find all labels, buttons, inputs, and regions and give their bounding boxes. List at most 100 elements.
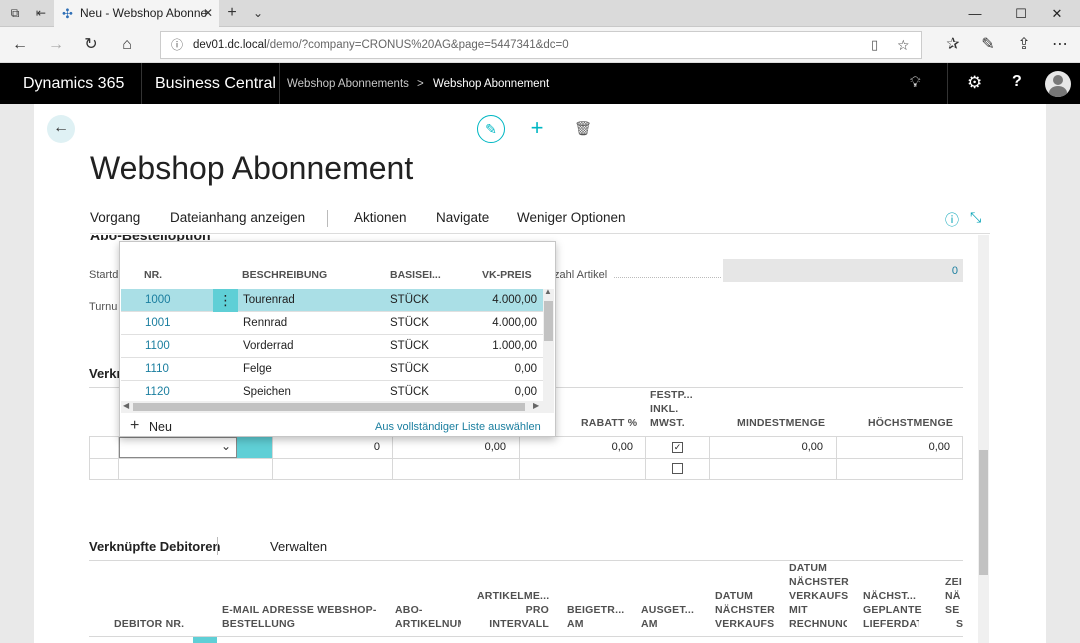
scroll-right-icon[interactable]: ▶ <box>533 401 539 410</box>
url-field[interactable]: ⓘ dev01.dc.local/demo/?company=CRONUS%20… <box>160 31 922 59</box>
lookup-row[interactable]: 1001 Rennrad STÜCK 4.000,00 <box>121 312 543 335</box>
lookup-vscroll-thumb[interactable] <box>544 301 553 341</box>
action-aktionen[interactable]: Aktionen <box>354 210 407 225</box>
app-name[interactable]: Business Central <box>155 75 276 93</box>
action-vorgang[interactable]: Vorgang <box>90 210 140 225</box>
tab-preview-chevron-icon[interactable]: ⌄ <box>251 6 265 20</box>
col-festp-1[interactable]: FESTP... <box>650 389 693 402</box>
festp-checkbox-checked[interactable]: ✓ <box>672 442 683 453</box>
lookup-item-unit: STÜCK <box>390 294 429 306</box>
new-plus-icon[interactable]: + <box>130 418 139 434</box>
col-datum-rech-5: RECHNUNG <box>789 618 847 630</box>
action-navigate[interactable]: Navigate <box>436 210 489 225</box>
lookup-hscroll-thumb[interactable] <box>133 403 525 411</box>
item-no-dropdown[interactable]: ⌄ <box>119 437 237 458</box>
lookup-row[interactable]: 1100 Vorderrad STÜCK 1.000,00 <box>121 335 543 358</box>
lookup-col-beschreibung[interactable]: BESCHREIBUNG <box>242 269 327 281</box>
new-plus-icon[interactable]: + <box>523 115 551 143</box>
user-avatar-icon[interactable] <box>1045 71 1071 97</box>
col-zei-1[interactable]: ZEI <box>945 576 962 589</box>
minimize-icon[interactable]: — <box>952 0 998 27</box>
favorites-hub-icon[interactable]: ✰ <box>943 35 963 55</box>
grid-rule <box>962 436 963 479</box>
forward-icon[interactable]: → <box>46 35 66 55</box>
action-dateianhang[interactable]: Dateianhang anzeigen <box>170 210 305 225</box>
breadcrumb-parent[interactable]: Webshop Abonnements <box>287 78 409 90</box>
home-icon[interactable]: ⌂ <box>117 35 137 55</box>
favorite-star-icon[interactable]: ☆ <box>897 32 910 58</box>
line-qty[interactable]: 0 <box>274 441 380 453</box>
tab-verknuepfte-debitoren[interactable]: Verknüpfte Debitoren <box>89 539 220 554</box>
item-lookup-dropdown: NR. BESCHREIBUNG BASISEI... VK-PREIS 100… <box>119 241 556 437</box>
more-options-icon[interactable]: ⋯ <box>1050 35 1070 55</box>
row-menu-icon[interactable]: ⋮ <box>213 289 238 312</box>
lookup-hscrollbar[interactable]: ◀ ▶ <box>121 401 554 413</box>
line-hoechstmenge[interactable]: 0,00 <box>838 441 950 453</box>
col-debitor-nr[interactable]: DEBITOR NR. <box>114 618 184 631</box>
delete-trash-icon[interactable]: 🗑︎ <box>569 115 597 143</box>
lookup-vscrollbar[interactable]: ▲ <box>543 287 554 401</box>
anzahl-artikel-value[interactable]: 0 <box>723 259 963 282</box>
close-window-icon[interactable]: ✕ <box>1034 0 1080 27</box>
chevron-down-icon[interactable]: ⌄ <box>221 439 231 453</box>
lookup-col-nr[interactable]: NR. <box>144 269 162 281</box>
verwalten-action[interactable]: Verwalten <box>270 539 327 554</box>
festp-checkbox[interactable] <box>672 463 683 474</box>
row-selector-cell[interactable] <box>237 437 272 458</box>
lightbulb-icon[interactable]: 💡︎ <box>910 74 921 91</box>
tab-actions-icon[interactable]: ⧉ <box>8 6 22 20</box>
scroll-left-icon[interactable]: ◀ <box>123 401 129 410</box>
collapse-icon[interactable]: ⤡ <box>970 209 981 226</box>
col-artikelme-1[interactable]: ARTIKELME... <box>477 590 549 603</box>
col-datum-rech-1[interactable]: DATUM <box>789 562 827 575</box>
debitor-row-selector[interactable] <box>193 637 217 643</box>
lookup-item-price: 0,00 <box>514 363 537 375</box>
col-rabatt[interactable]: RABATT % <box>581 417 637 430</box>
set-aside-tabs-icon[interactable]: ⇤ <box>34 6 48 20</box>
col-mindestmenge[interactable]: MINDESTMENGE <box>737 417 825 430</box>
line-rabatt[interactable]: 0,00 <box>521 441 633 453</box>
lookup-item-no[interactable]: 1120 <box>145 386 170 398</box>
site-info-icon[interactable]: ⓘ <box>171 32 183 58</box>
lookup-row[interactable]: 1110 Felge STÜCK 0,00 <box>121 358 543 381</box>
close-tab-icon[interactable]: ✕ <box>203 0 213 27</box>
new-tab-icon[interactable]: + <box>225 5 239 21</box>
web-note-icon[interactable]: ✎ <box>978 35 998 55</box>
edit-pencil-icon[interactable]: ✎ <box>477 115 505 143</box>
lookup-col-basiseinheit[interactable]: BASISEI... <box>390 269 441 281</box>
col-beigetr-1[interactable]: BEIGETR... <box>567 604 624 617</box>
col-abo-1[interactable]: ABO- <box>395 604 423 617</box>
col-naechst-1[interactable]: NÄCHST... <box>863 590 916 603</box>
reading-view-icon[interactable]: ▯ <box>871 32 878 58</box>
line-price[interactable]: 0,00 <box>394 441 506 453</box>
col-hoechstmenge[interactable]: HÖCHSTMENGE <box>868 417 953 430</box>
settings-gear-icon[interactable]: ⚙ <box>967 73 982 93</box>
refresh-icon[interactable]: ↻ <box>81 35 101 55</box>
help-icon[interactable]: ? <box>1012 73 1022 91</box>
col-ausget-1[interactable]: AUSGET... <box>641 604 694 617</box>
col-email-1[interactable]: E-MAIL ADRESSE WEBSHOP- <box>222 604 377 617</box>
lookup-row[interactable]: 1120 Speichen STÜCK 0,00 <box>121 381 543 401</box>
product-name[interactable]: Dynamics 365 <box>23 75 124 93</box>
lookup-row-selected[interactable]: 1000 ⋮ Tourenrad STÜCK 4.000,00 <box>121 289 543 312</box>
page-scrollbar-thumb[interactable] <box>979 450 988 575</box>
lookup-item-no[interactable]: 1000 <box>145 294 171 306</box>
action-weniger-optionen[interactable]: Weniger Optionen <box>517 210 626 225</box>
select-from-full-list-link[interactable]: Aus vollständiger Liste auswählen <box>375 421 541 433</box>
page-scrollbar[interactable] <box>978 235 989 643</box>
label-leader <box>614 277 721 278</box>
info-icon[interactable]: ⓘ <box>945 210 959 230</box>
lookup-new-button[interactable]: Neu <box>149 420 172 434</box>
share-icon[interactable]: ⇪ <box>1014 35 1034 55</box>
lookup-item-no[interactable]: 1110 <box>145 363 169 375</box>
grid-rule <box>89 458 963 459</box>
browser-tab-active[interactable]: ✣ Neu - Webshop Abonne ✕ <box>54 0 219 27</box>
back-arrow-icon[interactable]: ← <box>47 115 75 143</box>
scroll-up-icon[interactable]: ▲ <box>544 287 552 296</box>
lookup-item-no[interactable]: 1001 <box>145 317 171 329</box>
col-datum-verk-1[interactable]: DATUM <box>715 590 753 603</box>
line-mindestmenge[interactable]: 0,00 <box>711 441 823 453</box>
back-icon[interactable]: ← <box>10 35 30 55</box>
lookup-col-vk-preis[interactable]: VK-PREIS <box>482 269 532 281</box>
lookup-item-no[interactable]: 1100 <box>145 340 170 352</box>
